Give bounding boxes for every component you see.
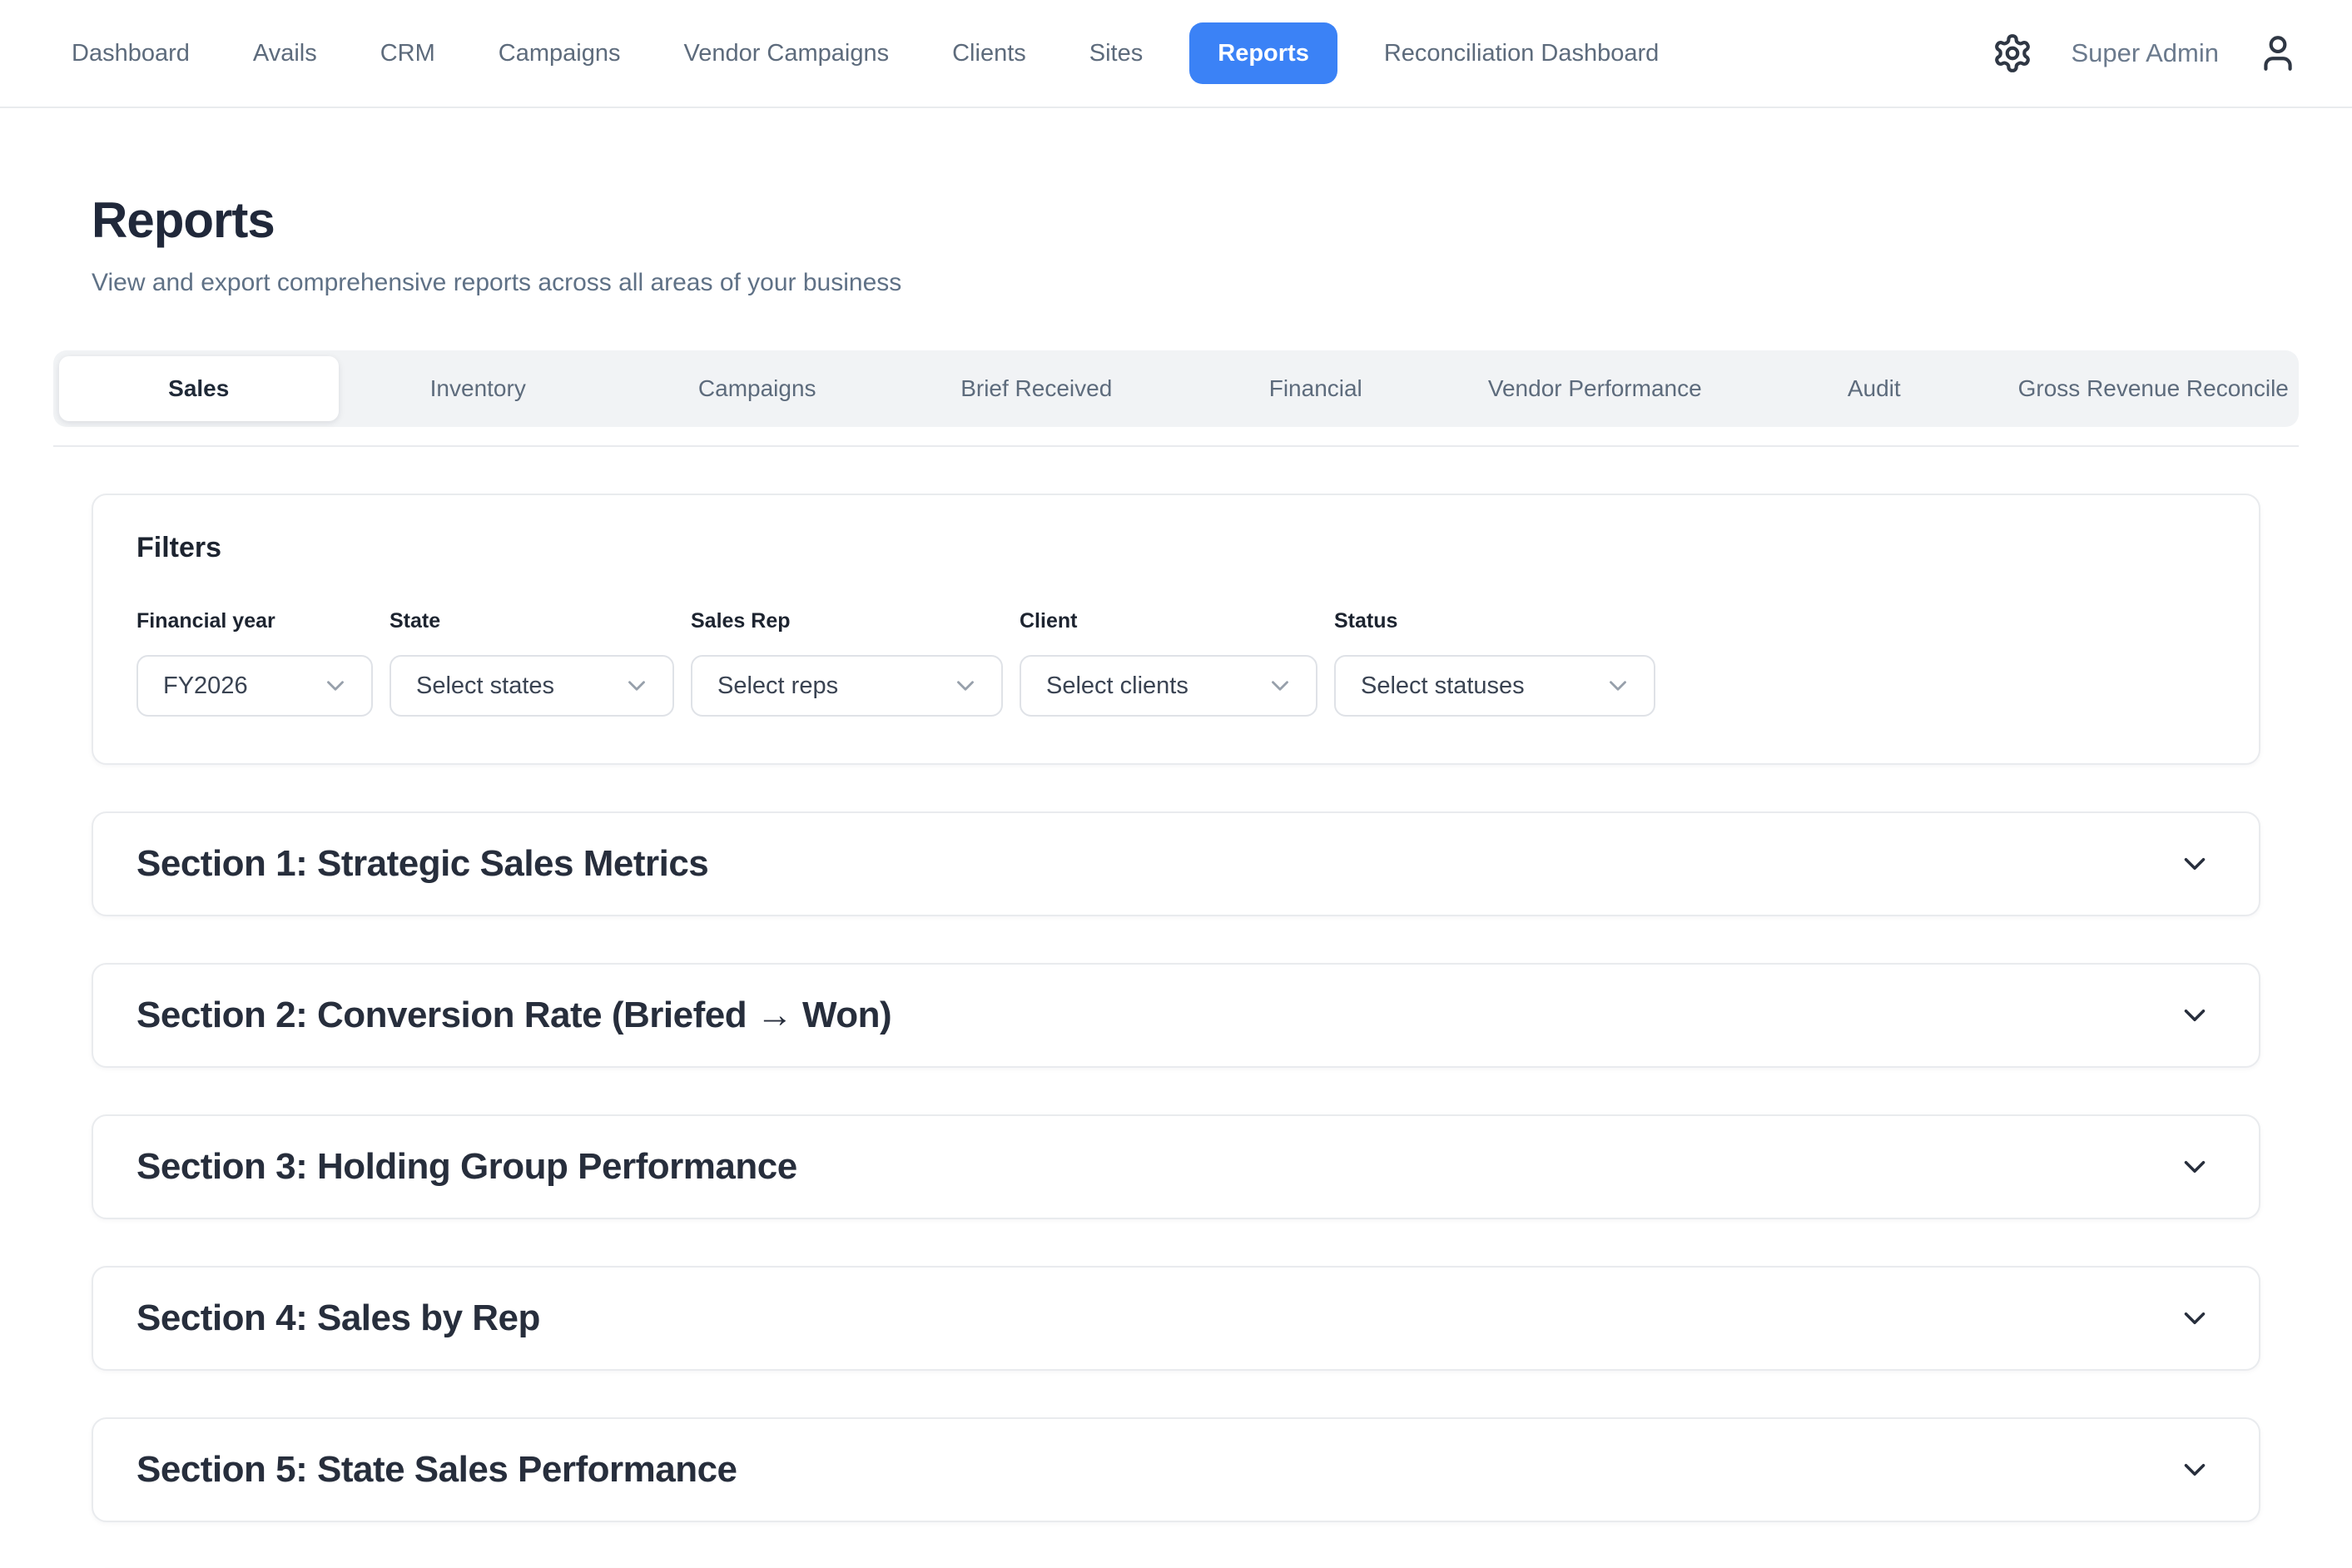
tab-campaigns[interactable]: Campaigns <box>618 356 897 421</box>
status-select[interactable]: Select statuses <box>1334 655 1655 717</box>
chevron-down-icon <box>2177 1149 2212 1184</box>
tab-sales[interactable]: Sales <box>59 356 339 421</box>
chevron-down-icon <box>1604 672 1632 700</box>
nav-item-avails[interactable]: Avails <box>236 40 334 67</box>
nav-item-crm[interactable]: CRM <box>364 40 452 67</box>
nav-item-sites[interactable]: Sites <box>1073 40 1159 67</box>
page-title: Reports <box>92 191 2260 249</box>
state-select[interactable]: Select states <box>390 655 674 717</box>
filter-sales-rep: Sales Rep Select reps <box>691 609 1003 717</box>
chevron-down-icon <box>2177 998 2212 1033</box>
section-accordion-2[interactable]: Section 2: Conversion Rate (Briefed → Wo… <box>92 963 2260 1068</box>
nav-item-dashboard[interactable]: Dashboard <box>55 40 206 67</box>
tab-brief-received[interactable]: Brief Received <box>897 356 1177 421</box>
tab-audit[interactable]: Audit <box>1734 356 2014 421</box>
page-subtitle: View and export comprehensive reports ac… <box>92 269 2260 297</box>
filter-financial-year: Financial year FY2026 <box>136 609 373 717</box>
user-icon[interactable] <box>2257 32 2299 74</box>
section-title: Section 4: Sales by Rep <box>136 1298 540 1339</box>
filter-client: Client Select clients <box>1020 609 1317 717</box>
client-label: Client <box>1020 609 1317 633</box>
tab-vendor-performance[interactable]: Vendor Performance <box>1456 356 1735 421</box>
nav-item-vendor-campaigns[interactable]: Vendor Campaigns <box>667 40 906 67</box>
tab-financial[interactable]: Financial <box>1176 356 1456 421</box>
chevron-down-icon <box>623 672 651 700</box>
section-title: Section 3: Holding Group Performance <box>136 1146 797 1188</box>
tab-gross-revenue-reconcile[interactable]: Gross Revenue Reconcile <box>2014 356 2294 421</box>
status-label: Status <box>1334 609 1655 633</box>
nav-right-group: Super Admin <box>1992 32 2300 74</box>
chevron-down-icon <box>1266 672 1294 700</box>
section-accordion-5[interactable]: Section 5: State Sales Performance <box>92 1417 2260 1522</box>
section-title: Section 5: State Sales Performance <box>136 1449 737 1491</box>
tab-inventory[interactable]: Inventory <box>339 356 618 421</box>
sales-rep-value: Select reps <box>717 672 838 700</box>
filter-status: Status Select statuses <box>1334 609 1655 717</box>
top-navigation: Dashboard Avails CRM Campaigns Vendor Ca… <box>0 0 2352 108</box>
gear-icon[interactable] <box>1992 32 2033 74</box>
financial-year-select[interactable]: FY2026 <box>136 655 373 717</box>
report-tabs: Sales Inventory Campaigns Brief Received… <box>53 350 2299 447</box>
nav-item-reconciliation-dashboard[interactable]: Reconciliation Dashboard <box>1367 40 1675 67</box>
filters-heading: Filters <box>136 532 2216 564</box>
financial-year-label: Financial year <box>136 609 373 633</box>
state-label: State <box>390 609 674 633</box>
filter-state: State Select states <box>390 609 674 717</box>
chevron-down-icon <box>2177 1301 2212 1336</box>
chevron-down-icon <box>2177 846 2212 881</box>
filters-card: Filters Financial year FY2026 State Sele… <box>92 494 2260 765</box>
tab-list: Sales Inventory Campaigns Brief Received… <box>53 350 2299 427</box>
sales-rep-select[interactable]: Select reps <box>691 655 1003 717</box>
filters-row: Financial year FY2026 State Select state… <box>136 609 2216 717</box>
sales-rep-label: Sales Rep <box>691 609 1003 633</box>
client-select[interactable]: Select clients <box>1020 655 1317 717</box>
tabs-divider <box>53 445 2299 447</box>
nav-item-reports[interactable]: Reports <box>1189 22 1337 84</box>
status-value: Select statuses <box>1361 672 1525 700</box>
section-title: Section 1: Strategic Sales Metrics <box>136 843 708 885</box>
chevron-down-icon <box>951 672 980 700</box>
chevron-down-icon <box>2177 1452 2212 1487</box>
section-accordion-3[interactable]: Section 3: Holding Group Performance <box>92 1114 2260 1219</box>
section-title: Section 2: Conversion Rate (Briefed → Wo… <box>136 995 891 1036</box>
user-name-label: Super Admin <box>2072 38 2220 68</box>
state-value: Select states <box>416 672 554 700</box>
section-accordion-1[interactable]: Section 1: Strategic Sales Metrics <box>92 811 2260 916</box>
nav-item-clients[interactable]: Clients <box>935 40 1043 67</box>
chevron-down-icon <box>321 672 350 700</box>
financial-year-value: FY2026 <box>163 672 248 700</box>
nav-item-campaigns[interactable]: Campaigns <box>482 40 638 67</box>
section-accordion-4[interactable]: Section 4: Sales by Rep <box>92 1266 2260 1371</box>
client-value: Select clients <box>1046 672 1188 700</box>
